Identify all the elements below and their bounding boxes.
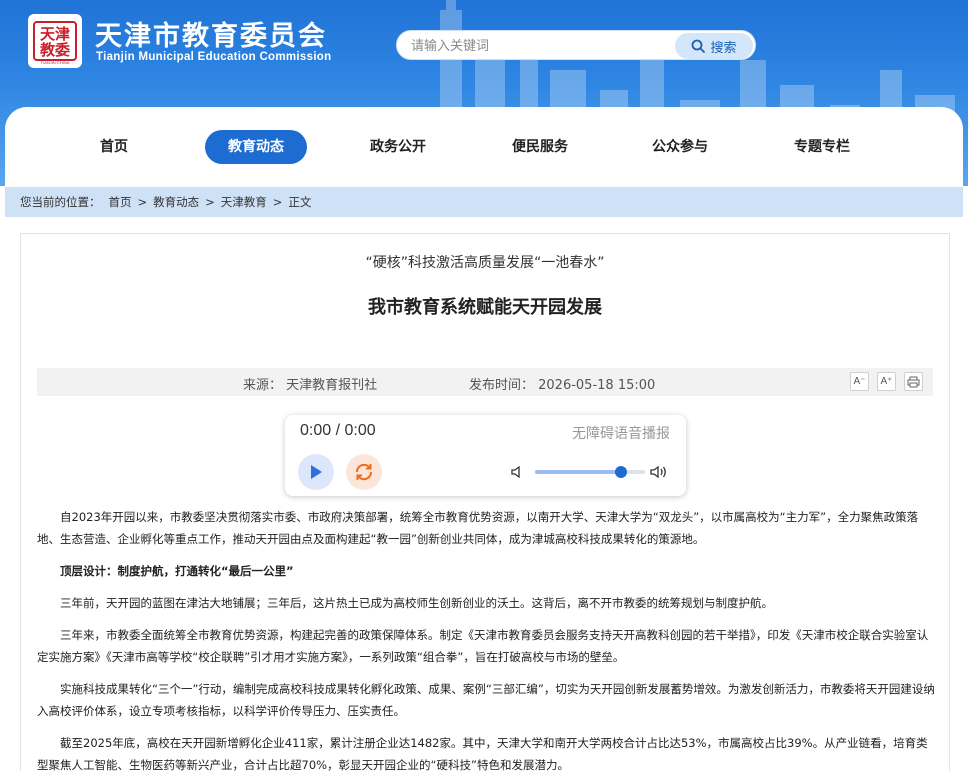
nav-item-home[interactable]: 首页 xyxy=(68,130,160,164)
play-icon xyxy=(311,465,322,479)
loop-button[interactable] xyxy=(346,454,382,490)
search-button[interactable]: 搜索 xyxy=(675,33,753,59)
site-title[interactable]: 天津市教育委员会 xyxy=(95,14,327,53)
nav-item-special-topics[interactable]: 专题专栏 xyxy=(774,130,870,164)
search-box: 搜索 xyxy=(396,30,756,60)
article-paragraph: 截至2025年底，高校在天开园新增孵化企业411家，累计注册企业达1482家。其… xyxy=(37,736,928,771)
player-time: 0:00 / 0:00 xyxy=(300,422,376,439)
article-title: 我市教育系统赋能天开园发展 xyxy=(368,297,602,318)
breadcrumb-separator: > xyxy=(205,195,215,209)
nav-item-government-affairs[interactable]: 政务公开 xyxy=(350,130,446,164)
article-source: 来源： 天津教育报刊社 xyxy=(243,378,378,393)
article-kicker: “硬核”科技激活高质量发展“一池春水” xyxy=(365,255,605,271)
article-body: 自2023年开园以来，市教委坚决贯彻落实市委、市政府决策部署，统筹全市教育优势资… xyxy=(37,506,935,771)
article-tools: A⁻ A⁺ xyxy=(850,372,923,391)
search-input[interactable] xyxy=(411,36,666,56)
nav-item-education-news[interactable]: 教育动态 xyxy=(205,130,307,164)
player-label: 无障碍语音播报 xyxy=(572,426,670,442)
breadcrumb-home[interactable]: 首页 xyxy=(109,194,132,210)
breadcrumb-prefix: 您当前的位置： xyxy=(20,195,101,209)
print-button[interactable] xyxy=(904,372,923,391)
breadcrumb-education-news[interactable]: 教育动态 xyxy=(153,194,199,210)
play-button[interactable] xyxy=(298,454,334,490)
article-paragraph: 三年前，天开园的蓝图在津沽大地铺展；三年后，这片热土已成为高校师生创新创业的沃土… xyxy=(60,596,773,610)
seal-emblem: 天津 教委 xyxy=(33,21,77,61)
search-button-label: 搜索 xyxy=(710,40,737,56)
print-icon xyxy=(907,376,920,388)
nav-item-public-participation[interactable]: 公众参与 xyxy=(632,130,728,164)
article-publish-date: 发布时间： 2026-05-18 15:00 xyxy=(469,378,656,393)
article-paragraph: 自2023年开园以来，市教委坚决贯彻落实市委、市政府决策部署，统筹全市教育优势资… xyxy=(37,510,919,546)
breadcrumb-current: 正文 xyxy=(288,195,312,209)
volume-low-icon[interactable] xyxy=(510,465,524,479)
font-larger-button[interactable]: A⁺ xyxy=(877,372,896,391)
audio-player: 0:00 / 0:00 无障碍语音播报 xyxy=(285,415,686,496)
breadcrumb-separator: > xyxy=(272,195,283,209)
font-smaller-button[interactable]: A⁻ xyxy=(850,372,869,391)
commission-logo[interactable]: 天津 教委 TIANJIN·CHINA xyxy=(28,14,82,68)
search-icon xyxy=(692,39,706,53)
breadcrumb: 您当前的位置： 首页 > 教育动态 > 天津教育 > 正文 xyxy=(5,187,963,217)
article-paragraph: 实施科技成果转化“三个一”行动，编制完成高校科技成果转化孵化政策、成果、案例“三… xyxy=(37,682,935,718)
breadcrumb-tianjin-education[interactable]: 天津教育 xyxy=(221,194,267,210)
breadcrumb-separator: > xyxy=(137,195,148,209)
volume-slider-thumb[interactable] xyxy=(614,466,627,478)
seal-caption: TIANJIN·CHINA xyxy=(40,60,70,65)
volume-high-icon[interactable] xyxy=(649,464,669,480)
article-paragraph: 三年来，市教委全面统筹全市教育优势资源，构建起完善的政策保障体系。制定《天津市教… xyxy=(37,628,929,664)
article-meta-bar: 来源： 天津教育报刊社 发布时间： 2026-05-18 15:00 A⁻ A⁺ xyxy=(37,368,933,396)
nav-item-public-services[interactable]: 便民服务 xyxy=(492,130,588,164)
volume-slider-fill xyxy=(535,470,621,474)
volume-slider[interactable] xyxy=(535,466,645,478)
article-subheading: 顶层设计：制度护航，打通转化“最后一公里” xyxy=(60,564,294,578)
site-subtitle: Tianjin Municipal Education Commission xyxy=(96,51,332,63)
loop-icon xyxy=(355,463,373,481)
